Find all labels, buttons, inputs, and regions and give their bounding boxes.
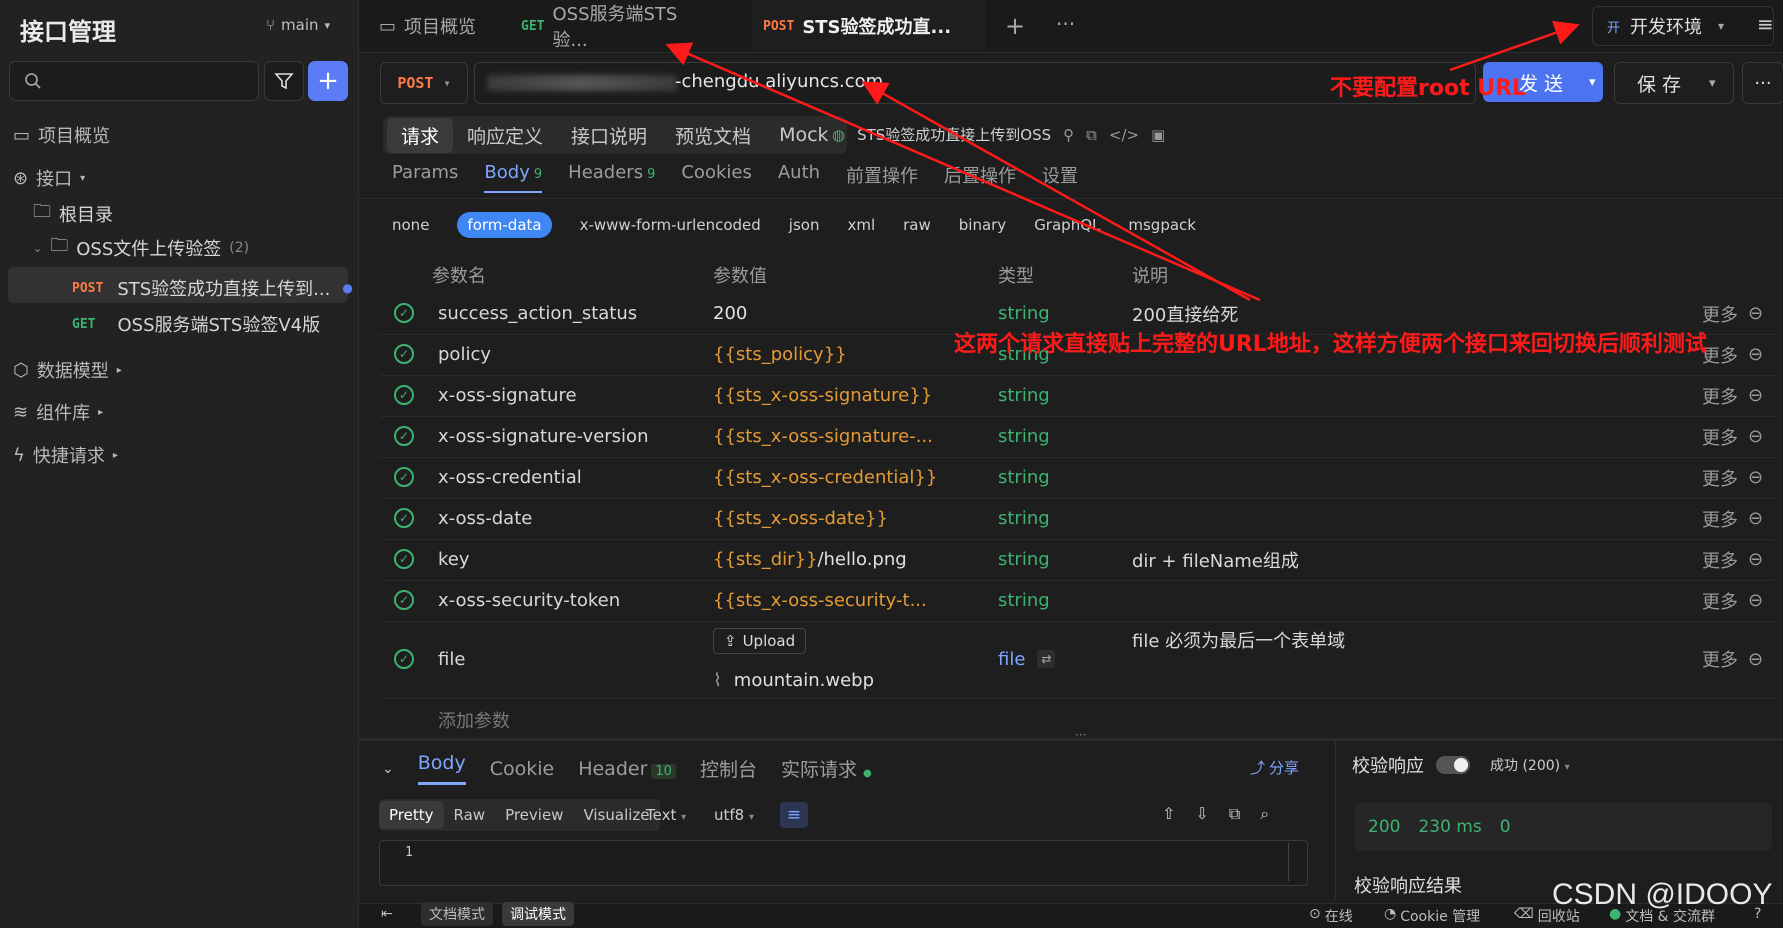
annotation-arrows <box>665 20 1580 302</box>
annotation-no-root-url: 不要配置root URL <box>1330 76 1527 101</box>
arrow-to-get-tab <box>665 42 1261 302</box>
arrow-to-url <box>861 81 1251 302</box>
arrow-to-env <box>1449 20 1580 72</box>
watermark: CSDN @IDOOY <box>1552 878 1773 911</box>
annotation-note: 这两个请求直接贴上完整的URL地址，这样方便两个接口来回切换后顺利测试 <box>954 332 1707 357</box>
